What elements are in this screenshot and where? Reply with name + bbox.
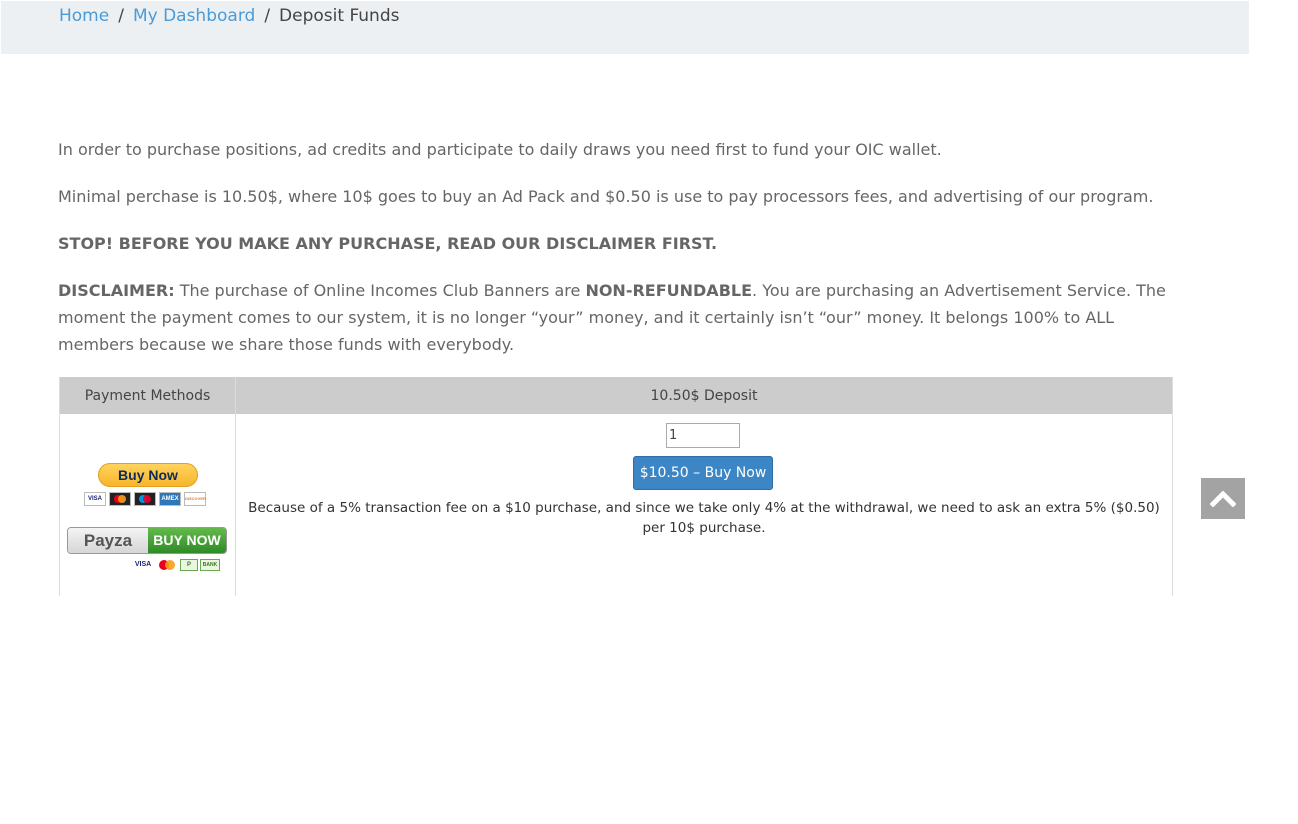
payza-card-icon: P [180, 559, 198, 571]
maestro-card-icon [134, 492, 156, 506]
payment-methods-header: Payment Methods [59, 377, 236, 414]
breadcrumb-separator: / [118, 6, 124, 26]
disclaimer: DISCLAIMER: The purchase of Online Incom… [58, 277, 1168, 358]
paypal-card-logos: VISA AMEX DISCOVER [84, 492, 206, 506]
disclaimer-non-refundable: NON-REFUNDABLE [585, 281, 753, 300]
breadcrumb-bar: Home / My Dashboard / Deposit Funds [1, 1, 1249, 54]
breadcrumb-dashboard-link[interactable]: My Dashboard [133, 6, 255, 26]
scroll-to-top-button[interactable] [1201, 478, 1245, 519]
chevron-up-icon [1210, 490, 1236, 507]
deposit-form: $10.50 – Buy Now Because of a 5% transac… [236, 414, 1172, 596]
stop-notice-text: STOP! BEFORE YOU MAKE ANY PURCHASE, READ… [58, 234, 718, 253]
visa-card-icon: VISA [84, 492, 106, 506]
amex-card-icon: AMEX [159, 492, 181, 506]
minimal-purchase-text: Minimal perchase is 10.50$, where 10$ go… [58, 187, 1154, 206]
bank-icon: BANK [200, 559, 220, 571]
buy-now-button[interactable]: $10.50 – Buy Now [633, 456, 773, 490]
payment-table: Payment Methods 10.50$ Deposit Buy Now V… [59, 377, 1173, 596]
disclaimer-label: DISCLAIMER: [58, 281, 175, 300]
payza-buy-now-label: BUY NOW [148, 528, 226, 553]
quantity-input[interactable] [666, 423, 740, 448]
mastercard-icon [109, 492, 131, 506]
deposit-cell: $10.50 – Buy Now Because of a 5% transac… [235, 414, 1173, 596]
breadcrumb-separator: / [264, 6, 271, 26]
stop-notice: STOP! BEFORE YOU MAKE ANY PURCHASE, READ… [58, 230, 1168, 257]
payza-buy-now-button[interactable]: Payza BUY NOW [67, 527, 227, 554]
mastercard-icon [156, 559, 178, 571]
main-content: In order to purchase positions, ad credi… [58, 136, 1168, 378]
payment-methods: Buy Now VISA AMEX DISCOVER Payza BUY NOW… [60, 414, 235, 596]
breadcrumb: Home / My Dashboard / Deposit Funds [59, 5, 399, 27]
payment-methods-cell: Buy Now VISA AMEX DISCOVER Payza BUY NOW… [59, 414, 236, 596]
breadcrumb-home-link[interactable]: Home [59, 6, 109, 26]
discover-card-icon: DISCOVER [184, 492, 206, 506]
breadcrumb-current: Deposit Funds [279, 6, 400, 26]
payment-table-row: Buy Now VISA AMEX DISCOVER Payza BUY NOW… [59, 414, 1173, 596]
payza-card-logos: VISA P BANK [132, 559, 220, 571]
payment-table-header: Payment Methods 10.50$ Deposit [59, 377, 1173, 414]
intro-text: In order to purchase positions, ad credi… [58, 140, 942, 159]
disclaimer-text-1: The purchase of Online Incomes Club Bann… [174, 281, 586, 300]
visa-card-icon: VISA [132, 559, 154, 571]
deposit-header: 10.50$ Deposit [235, 377, 1173, 414]
paypal-buy-now-button[interactable]: Buy Now [98, 463, 198, 487]
fee-note: Because of a 5% transaction fee on a $10… [248, 500, 1160, 536]
payza-logo: Payza [68, 528, 148, 553]
